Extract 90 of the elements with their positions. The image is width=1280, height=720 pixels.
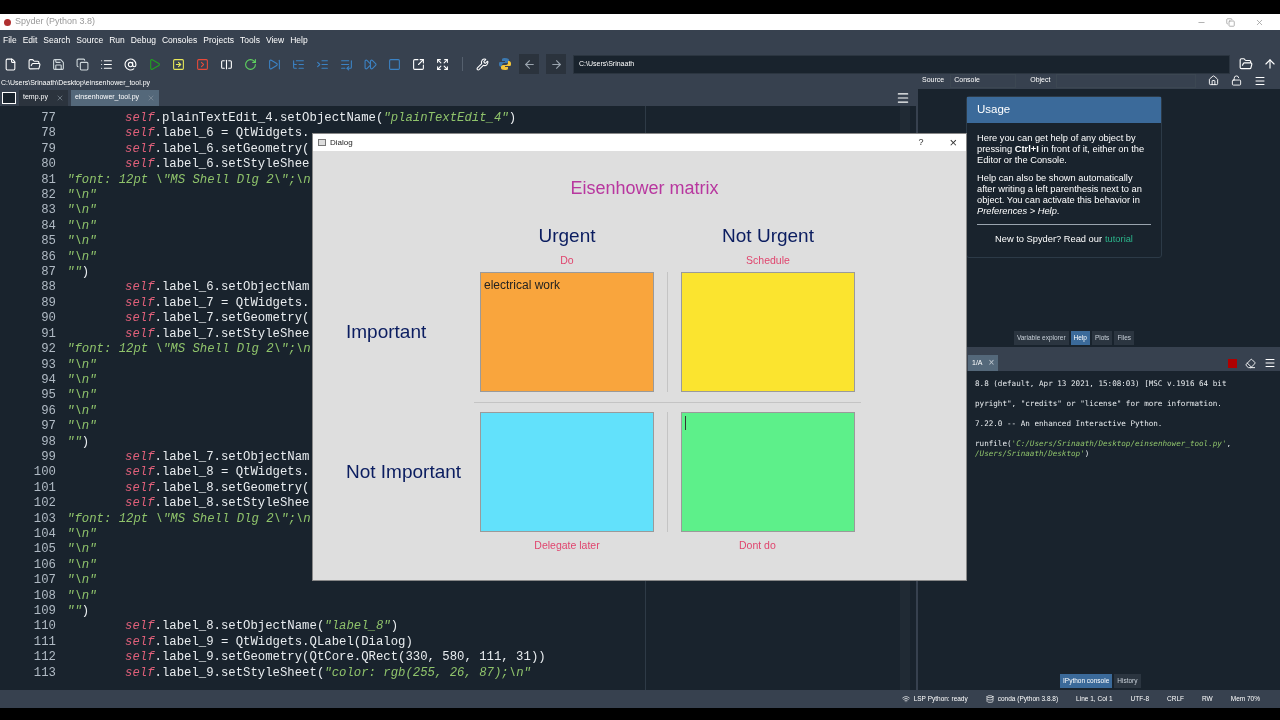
code-line: "\n" [67, 203, 97, 219]
row-heading: Important [346, 319, 428, 344]
code-line: self.plainTextEdit_4.setObjectName("plainTextEdit_4") [124, 111, 517, 127]
column-action: Schedule [746, 253, 790, 269]
code-line: self.label_8.setGeometry( [124, 480, 310, 497]
help-paragraph: Here you can get help of any object by pressing Ctrl+I in front of it, either on the Editor or the Console. [977, 133, 1146, 166]
line-number: 92 [41, 342, 56, 358]
code-line: "") [67, 604, 90, 620]
line-number: 84 [41, 218, 56, 235]
task-text: electrical work [484, 278, 561, 292]
help-paragraph: Help can also be shown automatically after writing a left parenthesis next to an object. You can activate this behavior in Preferences > Help. [977, 173, 1143, 217]
code-line: self.label_7.setGeometry( [124, 311, 310, 327]
code-line: "\n" [67, 388, 97, 404]
code-line: self.label_8.setObjectName("label_8") [124, 619, 399, 635]
line-number: 77 [41, 111, 56, 127]
line-number: 85 [41, 234, 56, 250]
usage-title: Usage [977, 102, 1011, 118]
dialog-title: Dialog [330, 136, 353, 149]
line-number: 93 [41, 357, 56, 373]
code-line: "\n" [67, 403, 97, 420]
line-number: 102 [33, 496, 56, 512]
line-number: 109 [33, 604, 56, 620]
code-line: "font: 12pt \"MS Shell Dlg 2\";\n [67, 342, 311, 358]
code-line: self.label_7.setObjectNam [124, 449, 310, 466]
code-line: self.label_6.setStyleShee [124, 157, 310, 173]
column-heading: Urgent [538, 224, 596, 248]
line-number: 94 [41, 372, 56, 389]
window-title: Spyder (Python 3.8) [15, 15, 96, 29]
line-number: 90 [41, 311, 56, 327]
code-line: self.label_9.setGeometry(QtCore.QRect(330, 580, 111, 31)) [124, 650, 546, 666]
code-line: "\n" [67, 526, 97, 543]
code-line: self.label_6 = QtWidgets. [124, 126, 310, 142]
row-heading: Not Important [346, 459, 463, 484]
line-number: 110 [33, 619, 56, 635]
line-number: 91 [41, 326, 56, 343]
line-number: 82 [41, 188, 56, 204]
code-line: "font: 12pt \"MS Shell Dlg 2\";\n [67, 511, 311, 527]
line-number: 104 [33, 526, 56, 543]
dialog-heading: Eisenhower matrix [570, 177, 719, 200]
code-line: self.label_6.setGeometry( [124, 141, 310, 158]
line-number: 79 [41, 141, 56, 158]
line-number: 97 [41, 419, 56, 435]
code-line: self.label_8.setStyleShee [124, 496, 310, 512]
code-line: "\n" [67, 218, 97, 235]
line-number: 107 [33, 573, 56, 589]
code-line: "\n" [67, 249, 97, 266]
line-number: 105 [33, 542, 56, 558]
line-number: 89 [41, 295, 56, 312]
line-number: 101 [33, 480, 56, 497]
line-number: 78 [41, 126, 56, 142]
line-number: 100 [33, 465, 56, 481]
help-footer-text: New to Spyder? Read our [995, 233, 1103, 246]
code-line: "\n" [67, 188, 97, 204]
line-number: 86 [41, 249, 56, 266]
code-line: "\n" [67, 573, 97, 589]
code-line: self.label_7 = QtWidgets. [124, 295, 310, 312]
column-heading: Not Urgent [722, 224, 814, 248]
line-number: 88 [41, 280, 56, 296]
line-number: 80 [41, 157, 56, 173]
line-number: 108 [33, 588, 56, 604]
code-line: "\n" [67, 357, 97, 373]
code-line: "\n" [67, 588, 97, 604]
line-number: 98 [41, 434, 56, 450]
code-line: "font: 12pt \"MS Shell Dlg 2\";\n [67, 172, 311, 189]
line-number: 81 [41, 172, 56, 189]
code-line: "\n" [67, 234, 97, 250]
line-number: 113 [33, 665, 56, 682]
line-number: 103 [33, 511, 56, 527]
code-line: self.label_6.setObjectNam [124, 280, 310, 296]
line-number: 106 [33, 557, 56, 574]
line-number: 96 [41, 403, 56, 420]
code-line: self.label_9 = QtWidgets.QLabel(Dialog) [124, 634, 413, 651]
line-number: 111 [33, 634, 56, 651]
column-action: Do [560, 253, 574, 269]
code-line: "\n" [67, 419, 97, 435]
quadrant-label: Dont do [739, 538, 776, 554]
code-line: "\n" [67, 542, 97, 558]
line-number: 87 [41, 265, 56, 281]
quadrant-label: Delegate later [534, 538, 600, 554]
code-line: self.label_8 = QtWidgets. [124, 465, 310, 481]
code-line: "") [67, 265, 90, 281]
line-number: 95 [41, 388, 56, 404]
code-line: "\n" [67, 372, 97, 389]
code-line: "\n" [67, 557, 97, 574]
code-line: self.label_7.setStyleShee [124, 326, 310, 343]
line-number: 99 [41, 449, 56, 466]
line-number: 83 [41, 203, 56, 219]
code-line: self.label_9.setStyleSheet("color: rgb(255, 26, 87);\n" [124, 665, 531, 682]
code-line: "") [67, 434, 90, 450]
line-number: 112 [33, 650, 56, 666]
